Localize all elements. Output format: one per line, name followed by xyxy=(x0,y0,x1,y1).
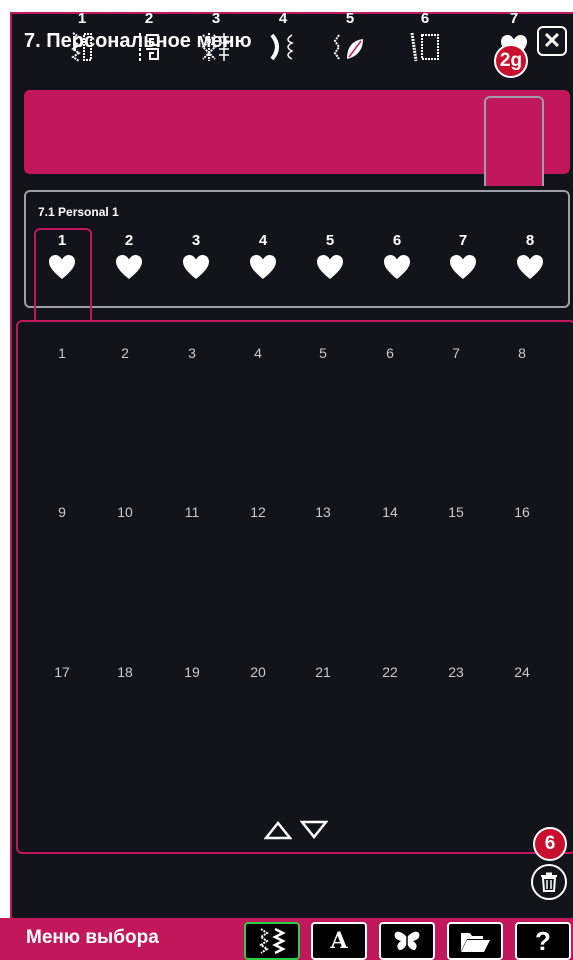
stitch-slot-18[interactable]: 18 xyxy=(95,664,155,680)
stitch-slot-8[interactable]: 8 xyxy=(492,345,552,361)
file-manager-button[interactable] xyxy=(447,922,503,960)
stitch-scallop-icon xyxy=(253,30,313,64)
category-5[interactable]: 5 xyxy=(320,0,380,84)
personal-slot-5[interactable]: 5 xyxy=(300,228,360,296)
stitch-slot-15[interactable]: 15 xyxy=(426,504,486,520)
stitch-slot-2[interactable]: 2 xyxy=(95,345,155,361)
stitch-slot-23[interactable]: 23 xyxy=(426,664,486,680)
delete-button[interactable] xyxy=(531,864,567,900)
scroll-up-icon[interactable] xyxy=(264,820,292,840)
category-4[interactable]: 4 xyxy=(253,0,313,84)
stitch-slot-12[interactable]: 12 xyxy=(228,504,288,520)
category-2[interactable]: 2 xyxy=(119,0,179,84)
category-tab-selected-frame xyxy=(484,96,544,186)
stitch-slot-9[interactable]: 9 xyxy=(32,504,92,520)
stitch-frame-icon xyxy=(395,30,455,64)
stitch-lattice-icon xyxy=(186,30,246,64)
heart-icon xyxy=(300,254,360,280)
heart-icon xyxy=(500,254,560,280)
category-6[interactable]: 6 xyxy=(395,0,455,84)
stitch-slot-5[interactable]: 5 xyxy=(293,345,353,361)
personal-slot-1[interactable]: 1 xyxy=(32,228,92,296)
personal-slot-4[interactable]: 4 xyxy=(233,228,293,296)
stitch-slot-6[interactable]: 6 xyxy=(360,345,420,361)
callout-6: 6 xyxy=(533,827,567,861)
heart-icon xyxy=(166,254,226,280)
heart-icon xyxy=(99,254,159,280)
heart-icon xyxy=(233,254,293,280)
stitch-icon xyxy=(259,927,286,955)
help-button[interactable]: ? xyxy=(515,922,571,960)
stitch-grid xyxy=(16,320,573,854)
stitch-slot-16[interactable]: 16 xyxy=(492,504,552,520)
scroll-arrows xyxy=(264,820,334,842)
personal-slot-6[interactable]: 6 xyxy=(367,228,427,296)
embroidery-menu-button[interactable] xyxy=(379,922,435,960)
personal-slot-8[interactable]: 8 xyxy=(500,228,560,296)
stitch-zigzag-icon xyxy=(52,30,112,64)
stitch-slot-19[interactable]: 19 xyxy=(162,664,222,680)
stitch-menu-button[interactable] xyxy=(244,922,300,960)
stitch-slot-1[interactable]: 1 xyxy=(32,345,92,361)
font-menu-button[interactable]: A xyxy=(311,922,367,960)
personal-slot-7[interactable]: 7 xyxy=(433,228,493,296)
stitch-slot-10[interactable]: 10 xyxy=(95,504,155,520)
category-3[interactable]: 3 xyxy=(186,0,246,84)
bottom-bar-title: Меню выбора xyxy=(26,927,159,948)
stitch-slot-11[interactable]: 11 xyxy=(162,504,222,520)
stitch-leaf-icon xyxy=(320,30,380,64)
personal-slot-2[interactable]: 2 xyxy=(99,228,159,296)
heart-icon xyxy=(32,254,92,280)
stitch-slot-4[interactable]: 4 xyxy=(228,345,288,361)
butterfly-icon xyxy=(394,931,420,951)
heart-icon xyxy=(433,254,493,280)
heart-icon xyxy=(367,254,427,280)
stitch-slot-17[interactable]: 17 xyxy=(32,664,92,680)
stitch-slot-14[interactable]: 14 xyxy=(360,504,420,520)
subcategory-title: 7.1 Personal 1 xyxy=(38,205,119,219)
stitch-slot-13[interactable]: 13 xyxy=(293,504,353,520)
stitch-slot-22[interactable]: 22 xyxy=(360,664,420,680)
callout-2g: 2g xyxy=(494,44,528,78)
trash-icon xyxy=(541,872,557,892)
stitch-slot-7[interactable]: 7 xyxy=(426,345,486,361)
stitch-slot-24[interactable]: 24 xyxy=(492,664,552,680)
stitch-slot-20[interactable]: 20 xyxy=(228,664,288,680)
stitch-slot-21[interactable]: 21 xyxy=(293,664,353,680)
scroll-down-icon[interactable] xyxy=(300,820,328,840)
stitch-slot-3[interactable]: 3 xyxy=(162,345,222,361)
stitch-greek-key-icon xyxy=(119,30,179,64)
category-1[interactable]: 1 xyxy=(52,0,112,84)
folder-icon xyxy=(461,933,490,952)
personal-slot-3[interactable]: 3 xyxy=(166,228,226,296)
